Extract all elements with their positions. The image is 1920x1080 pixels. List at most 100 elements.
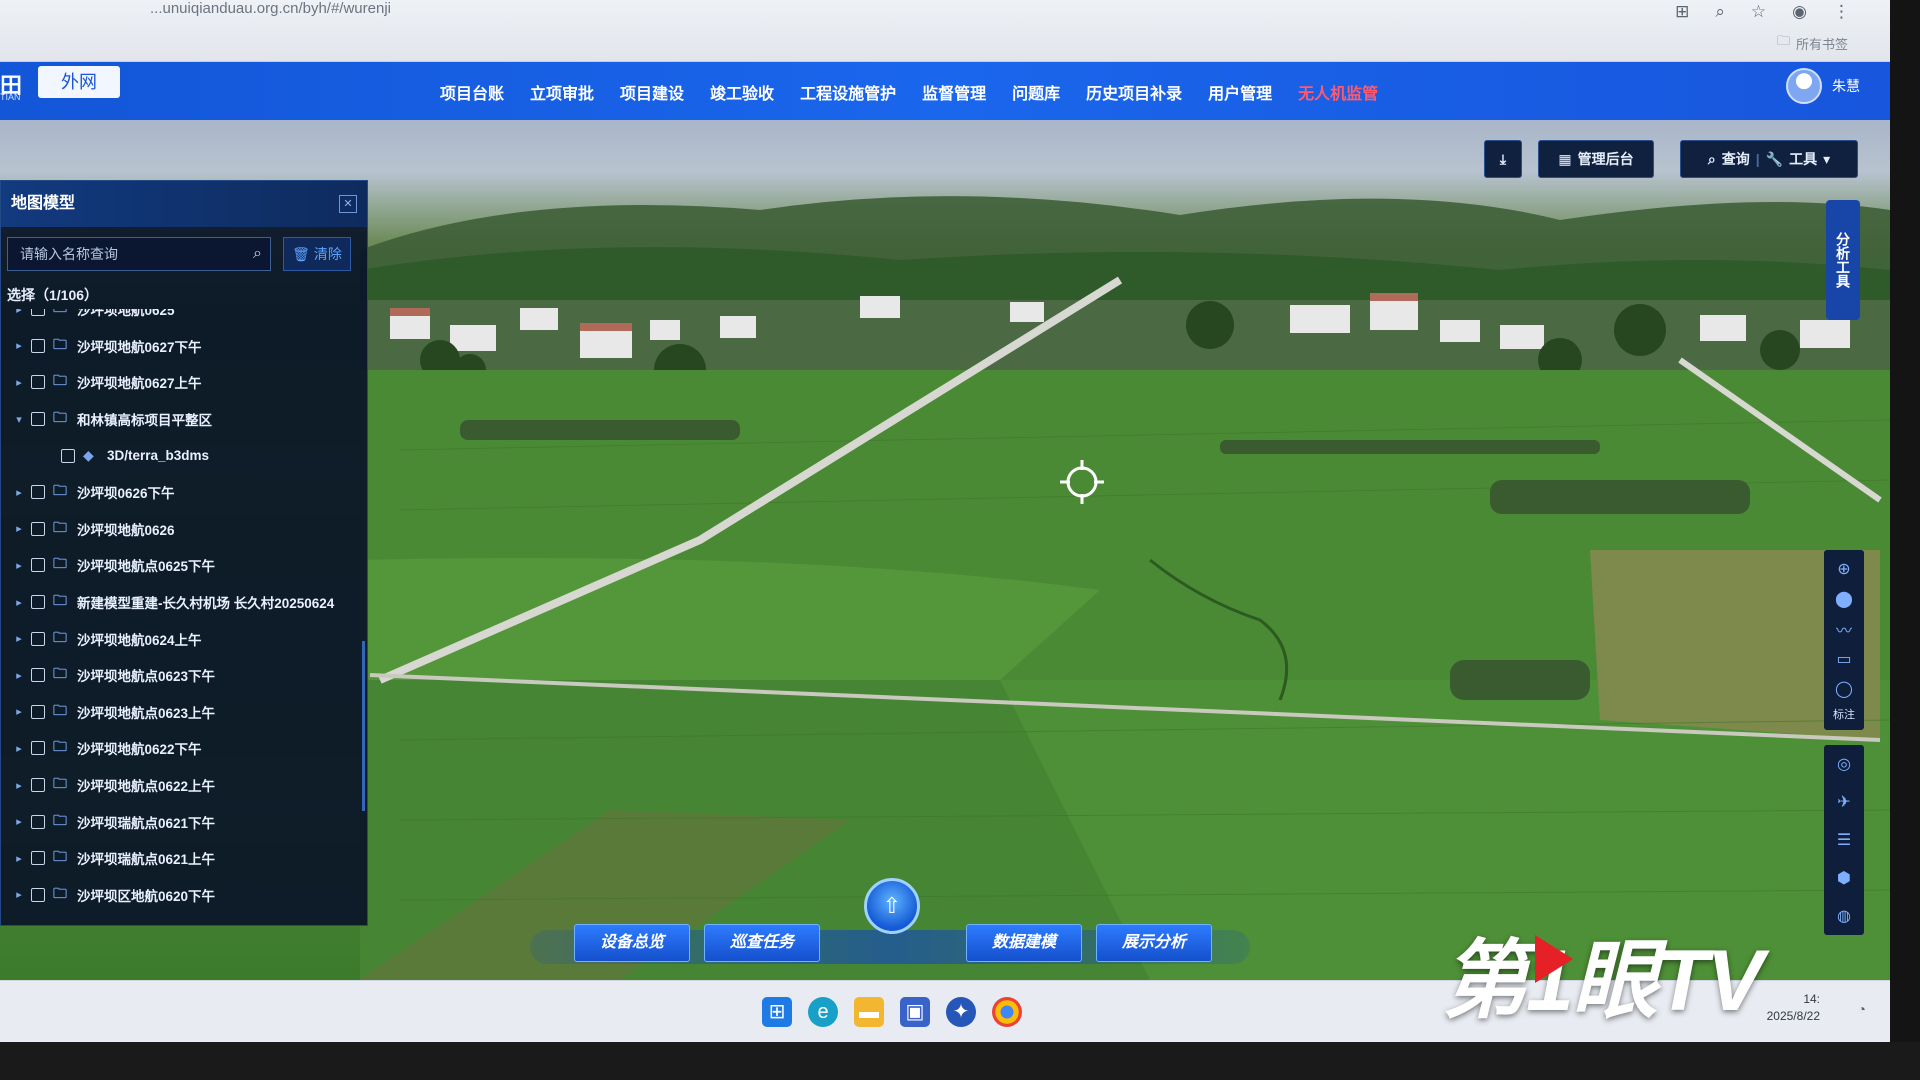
tree-row[interactable]: ▸ 🗀 沙坪坝区地航0620下午	[1, 877, 361, 914]
checkbox[interactable]	[31, 521, 45, 536]
checkbox[interactable]	[31, 595, 45, 610]
checkbox[interactable]	[31, 631, 45, 646]
admin-button[interactable]: ▦ 管理后台	[1538, 140, 1654, 178]
chevron-right-icon[interactable]: ▸	[11, 522, 27, 535]
checkbox[interactable]	[31, 309, 45, 317]
tree-row[interactable]: ▸ 🗀 沙坪坝地航0627下午	[1, 328, 361, 365]
device-overview-button[interactable]: 设备总览	[574, 924, 690, 962]
chevron-right-icon[interactable]: ▸	[11, 888, 27, 901]
menu-item-3[interactable]: 竣工验收	[710, 80, 800, 104]
translate-icon[interactable]: ⊞	[1675, 2, 1689, 22]
chevron-right-icon[interactable]: ▸	[11, 705, 27, 718]
menu-item-7[interactable]: 历史项目补录	[1086, 80, 1208, 104]
zoom-icon[interactable]: ⌕	[1715, 2, 1725, 22]
target-icon[interactable]: ◎	[1828, 749, 1860, 779]
chevron-right-icon[interactable]: ▸	[11, 486, 27, 499]
globe-icon[interactable]: ◍	[1828, 901, 1860, 931]
tree-row[interactable]: ▸ 🗀 沙坪坝地航0625	[1, 309, 361, 328]
tree-row[interactable]: ▸ 🗀 沙坪坝地航点0623下午	[1, 657, 361, 694]
chevron-right-icon[interactable]: ▸	[11, 559, 27, 572]
rectangle-icon[interactable]: ▭	[1828, 644, 1860, 674]
store-icon[interactable]: ▣	[900, 997, 930, 1027]
chevron-right-icon[interactable]: ▸	[11, 309, 27, 316]
tree-row[interactable]: ▸ 🗀 沙坪坝地航点0625下午	[1, 547, 361, 584]
tree-row[interactable]: ▸ 🗀 新建模型重建-长久村机场 长久村20250624	[1, 584, 361, 621]
search-icon[interactable]: ⌕	[253, 238, 262, 270]
notification-icon[interactable]: ◔	[1858, 1001, 1866, 1017]
location-pin-icon[interactable]: ⬤	[1828, 584, 1860, 614]
cube-icon[interactable]: ⬢	[1828, 863, 1860, 893]
more-icon[interactable]: ⋮	[1833, 2, 1850, 22]
display-analysis-button[interactable]: 展示分析	[1096, 924, 1212, 962]
menu-item-4[interactable]: 工程设施管护	[800, 80, 922, 104]
chevron-right-icon[interactable]: ▸	[11, 339, 27, 352]
checkbox[interactable]	[31, 338, 45, 353]
checkbox[interactable]	[31, 851, 45, 866]
search-input[interactable]: 请输入名称查询 ⌕	[7, 237, 271, 271]
checkbox[interactable]	[31, 375, 45, 390]
chevron-down-icon[interactable]: ▾	[11, 413, 27, 426]
checkbox[interactable]	[31, 704, 45, 719]
tree-row[interactable]: ▸ 🗀 沙坪坝地航0624上午	[1, 620, 361, 657]
chrome-icon[interactable]	[992, 997, 1022, 1027]
avatar[interactable]	[1786, 68, 1822, 104]
circle-icon[interactable]: ◯	[1828, 674, 1860, 704]
tools-button[interactable]: 工具	[1789, 149, 1817, 169]
chevron-right-icon[interactable]: ▸	[11, 596, 27, 609]
file-explorer-icon[interactable]: ▬	[854, 997, 884, 1027]
menu-item-9[interactable]: 无人机监管	[1298, 80, 1404, 104]
menu-item-5[interactable]: 监督管理	[922, 80, 1012, 104]
close-icon[interactable]: ✕	[339, 195, 357, 213]
patrol-task-button[interactable]: 巡查任务	[704, 924, 820, 962]
analysis-tools-tab[interactable]: 分析工具	[1826, 200, 1860, 320]
network-toggle-button[interactable]: 外网	[38, 66, 120, 98]
chevron-right-icon[interactable]: ▸	[11, 852, 27, 865]
plane-icon[interactable]: ✈	[1828, 787, 1860, 817]
tree-row[interactable]: ▸ 🗀 沙坪坝瑞航点0621上午	[1, 840, 361, 877]
menu-item-0[interactable]: 项目台账	[440, 80, 530, 104]
url-bar[interactable]: ...unuiqianduau.org.cn/byh/#/wurenji	[150, 0, 391, 17]
clear-button[interactable]: 🗑 清除	[283, 237, 351, 271]
scrollbar[interactable]	[362, 641, 365, 811]
windows-start-icon[interactable]: ⊞	[762, 997, 792, 1027]
tree-row[interactable]: ▸ 🗀 沙坪坝地航0626	[1, 511, 361, 548]
query-button[interactable]: 查询	[1722, 149, 1750, 169]
upload-icon[interactable]: ⇧	[864, 878, 920, 934]
list-icon[interactable]: ☰	[1828, 825, 1860, 855]
checkbox[interactable]	[31, 741, 45, 756]
tree-row[interactable]: ▸ 🗀 沙坪坝0626下午	[1, 474, 361, 511]
checkbox[interactable]	[61, 448, 75, 463]
download-button[interactable]: ⤓	[1484, 140, 1522, 178]
chevron-right-icon[interactable]: ▸	[11, 632, 27, 645]
menu-item-6[interactable]: 问题库	[1012, 80, 1086, 104]
tree-row[interactable]: ▸ 🗀 沙坪坝地航点0622上午	[1, 767, 361, 804]
chevron-right-icon[interactable]: ▸	[11, 376, 27, 389]
tree-row[interactable]: ◆ 3D/terra_b3dms	[1, 437, 361, 474]
checkbox[interactable]	[31, 778, 45, 793]
checkbox[interactable]	[31, 668, 45, 683]
user-info[interactable]: 朱慧	[1786, 68, 1860, 104]
bookmarks-folder[interactable]: 🗀 所有书签	[1777, 32, 1848, 54]
zoom-in-icon[interactable]: ⊕	[1828, 554, 1860, 584]
chevron-right-icon[interactable]: ▸	[11, 815, 27, 828]
checkbox[interactable]	[31, 412, 45, 427]
checkbox[interactable]	[31, 887, 45, 902]
menu-item-8[interactable]: 用户管理	[1208, 80, 1298, 104]
profile-icon[interactable]: ◉	[1792, 2, 1807, 22]
data-modeling-button[interactable]: 数据建模	[966, 924, 1082, 962]
chevron-right-icon[interactable]: ▸	[11, 742, 27, 755]
tree-row[interactable]: ▸ 🗀 沙坪坝地航0622下午	[1, 730, 361, 767]
app-icon[interactable]: ✦	[946, 997, 976, 1027]
system-clock[interactable]: 14: 2025/8/22	[1767, 991, 1820, 1025]
checkbox[interactable]	[31, 558, 45, 573]
menu-item-2[interactable]: 项目建设	[620, 80, 710, 104]
tree-row[interactable]: ▸ 🗀 沙坪坝地航点0623上午	[1, 694, 361, 731]
checkbox[interactable]	[31, 485, 45, 500]
edge-icon[interactable]: e	[808, 997, 838, 1027]
tree-row[interactable]: ▾ 🗀 和林镇高标项目平整区	[1, 401, 361, 438]
chevron-right-icon[interactable]: ▸	[11, 779, 27, 792]
menu-item-1[interactable]: 立项审批	[530, 80, 620, 104]
chevron-right-icon[interactable]: ▸	[11, 669, 27, 682]
tree-row[interactable]: ▸ 🗀 沙坪坝地航0627上午	[1, 364, 361, 401]
star-icon[interactable]: ☆	[1751, 2, 1766, 22]
